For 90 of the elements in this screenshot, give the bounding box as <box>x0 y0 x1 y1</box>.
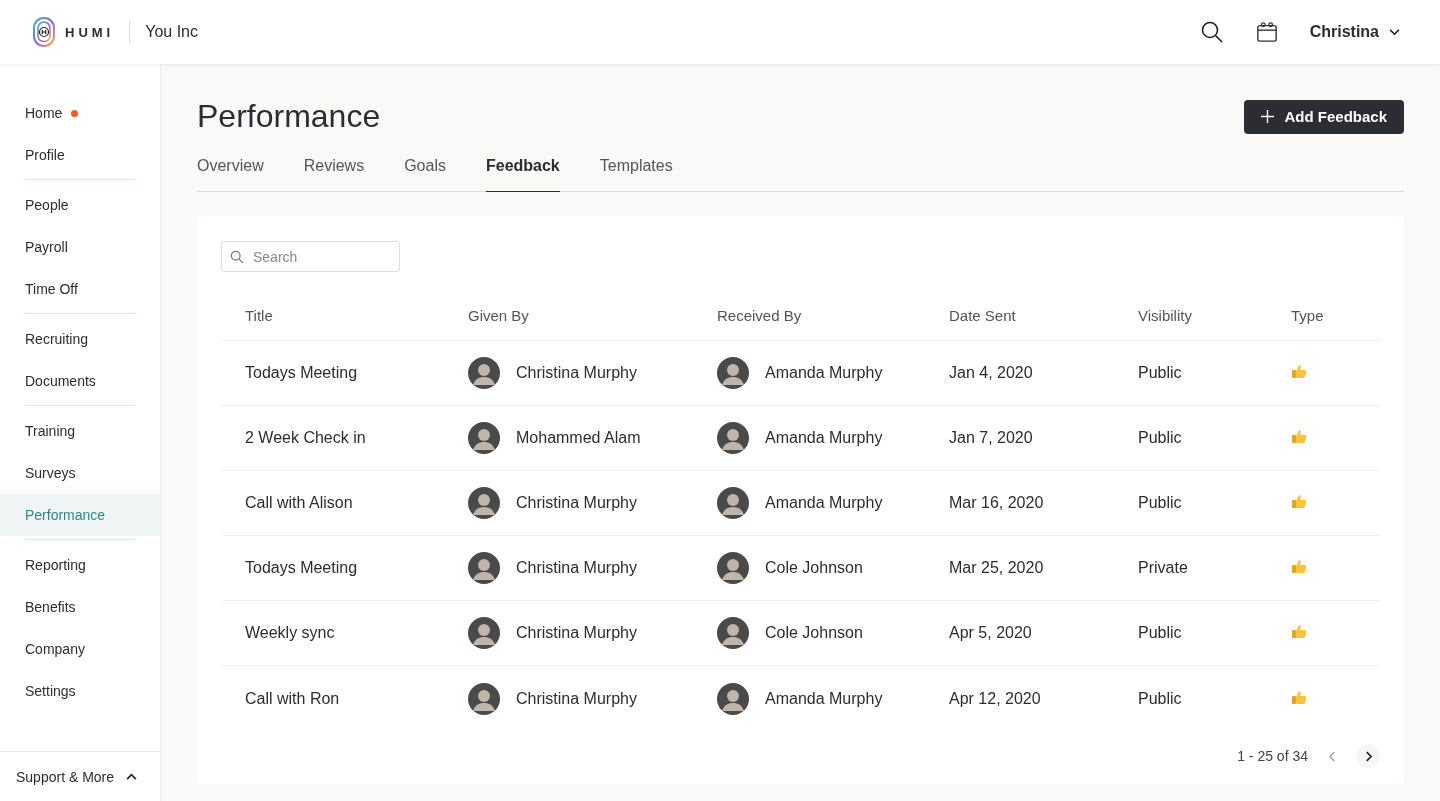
nav-item[interactable]: Surveys <box>0 452 160 494</box>
chevron-left-icon <box>1328 750 1336 762</box>
nav-item[interactable]: Benefits <box>0 586 160 628</box>
tab[interactable]: Goals <box>404 147 446 192</box>
table-cell-text: Jan 4, 2020 <box>948 364 1034 382</box>
column-header: Type <box>1290 307 1325 324</box>
table-cell-text: Public <box>1137 689 1183 708</box>
tab[interactable]: Overview <box>197 147 264 192</box>
table-cell-text: Jan 7, 2020 <box>948 429 1034 447</box>
tab[interactable]: Reviews <box>303 147 365 192</box>
nav-item[interactable]: Reporting <box>0 544 160 586</box>
table-cell-text: Mar 25, 2020 <box>948 559 1045 577</box>
nav-item[interactable]: People <box>0 184 160 226</box>
column-header: Visibility <box>1137 307 1193 324</box>
nav-item[interactable]: Payroll <box>0 226 160 268</box>
nav-item[interactable]: Company <box>0 628 160 670</box>
chevron-right-icon <box>1364 750 1372 762</box>
thumbs-up-icon <box>1291 428 1307 444</box>
next-page-button[interactable] <box>1356 744 1380 768</box>
tab[interactable]: Feedback <box>485 147 560 192</box>
support-menu-button[interactable]: Support & More <box>0 751 160 801</box>
table-cell: Amanda Murphy <box>765 689 883 708</box>
pagination-range: 1 - 25 of 34 <box>1237 748 1308 764</box>
avatar-icon <box>717 682 749 715</box>
table-cell: Mohammed Alam <box>516 429 641 447</box>
calendar-button[interactable] <box>1255 21 1278 43</box>
thumbs-up-icon <box>1291 363 1307 379</box>
add-feedback-button[interactable]: Add Feedback <box>1244 99 1404 134</box>
table-cell-text: Weekly sync <box>244 624 336 642</box>
table-cell-text: 2 Week Check in <box>244 429 367 447</box>
avatar-icon <box>468 487 500 519</box>
plus-icon <box>1261 110 1275 123</box>
column-header: Title <box>244 307 274 324</box>
logo-icon <box>32 16 56 48</box>
table-cell: Cole Johnson <box>765 624 863 642</box>
table-cell: Christina Murphy <box>516 559 637 577</box>
thumbs-up-icon <box>1291 558 1307 574</box>
nav-item[interactable]: Documents <box>0 360 160 402</box>
column-header: Received By <box>716 307 803 324</box>
table-cell: Amanda Murphy <box>765 364 883 382</box>
thumbs-up-icon <box>1291 688 1307 705</box>
search-button[interactable] <box>1199 20 1224 44</box>
table-cell-text: Todays Meeting <box>244 559 359 577</box>
chevron-up-icon <box>126 773 138 780</box>
table-cell: Christina Murphy <box>516 689 637 708</box>
nav-item[interactable]: Home <box>0 92 160 134</box>
nav-item[interactable]: Recruiting <box>0 318 160 360</box>
table-cell-text: Todays Meeting <box>244 364 359 382</box>
table-cell-text: Apr 12, 2020 <box>948 689 1042 708</box>
page-title: Performance <box>197 98 381 135</box>
table-cell-text: Public <box>1137 624 1183 642</box>
table-cell: Amanda Murphy <box>765 494 883 512</box>
table-cell: Cole Johnson <box>765 559 863 577</box>
chevron-down-icon <box>1389 28 1400 36</box>
avatar-icon <box>717 422 749 454</box>
avatar-icon <box>468 682 500 715</box>
company-name: You Inc <box>145 23 198 41</box>
table-cell-text: Mar 16, 2020 <box>948 494 1045 512</box>
table-cell-text: Apr 5, 2020 <box>948 624 1033 642</box>
avatar-icon <box>717 357 749 389</box>
nav-item[interactable]: Time Off <box>0 268 160 310</box>
user-menu[interactable]: Christina <box>1309 23 1400 41</box>
thumbs-up-icon <box>1291 493 1307 509</box>
table-cell: Christina Murphy <box>516 494 637 512</box>
tab[interactable]: Templates <box>599 147 673 192</box>
table-cell-text: Call with Ron <box>244 689 341 708</box>
table-cell-text: Private <box>1137 559 1189 577</box>
nav-item[interactable]: Settings <box>0 670 160 712</box>
table-cell: Amanda Murphy <box>765 429 883 447</box>
table-cell-text: Call with Alison <box>244 494 354 512</box>
column-header: Date Sent <box>948 307 1017 324</box>
avatar-icon <box>468 357 500 389</box>
brand-name: HUMI <box>65 24 115 40</box>
avatar-icon <box>468 617 500 649</box>
nav-item[interactable]: Profile <box>0 134 160 176</box>
avatar-icon <box>717 487 749 519</box>
nav-item[interactable]: Performance <box>0 494 160 536</box>
avatar-icon <box>717 617 749 649</box>
table-cell: Christina Murphy <box>516 364 637 382</box>
table-cell-text: Public <box>1137 494 1183 512</box>
column-header: Given By <box>467 307 530 324</box>
avatar-icon <box>468 422 500 454</box>
avatar-icon <box>717 552 749 584</box>
nav-item[interactable]: Training <box>0 410 160 452</box>
table-cell: Christina Murphy <box>516 624 637 642</box>
table-cell-text: Public <box>1137 429 1183 447</box>
avatar-icon <box>468 552 500 584</box>
thumbs-up-icon <box>1291 623 1307 639</box>
search-field[interactable]: Search <box>221 241 400 272</box>
table-cell-text: Public <box>1137 364 1183 382</box>
